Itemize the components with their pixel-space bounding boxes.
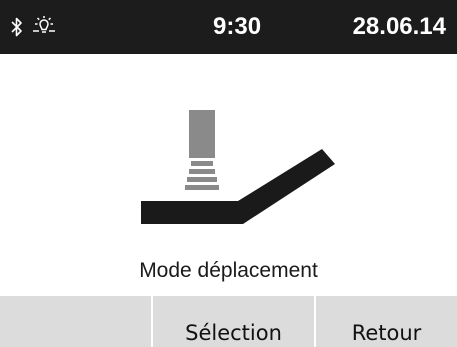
softkey-left[interactable] <box>0 296 151 347</box>
slider-ring-4 <box>185 185 219 190</box>
slider-ring-2 <box>189 169 215 174</box>
softkey-selection[interactable]: Sélection <box>153 296 314 347</box>
mode-label: Mode déplacement <box>139 259 318 282</box>
bluetooth-icon <box>11 17 22 37</box>
status-icons <box>10 14 58 40</box>
status-date: 28.06.14 <box>352 13 446 40</box>
slider-head <box>189 110 215 158</box>
status-bar: 9:30 28.06.14 <box>0 0 457 54</box>
status-time: 9:30 <box>213 13 262 40</box>
slider-on-ramp-icon <box>141 110 335 224</box>
ramp-track <box>141 149 335 224</box>
softkey-bar: Sélection Retour <box>0 296 457 347</box>
slider-ring-3 <box>187 177 217 182</box>
slider-on-ramp-illustration <box>0 54 457 244</box>
slider-ring-1 <box>191 161 213 166</box>
light-bulb-icon <box>33 16 55 33</box>
softkey-back[interactable]: Retour <box>316 296 457 347</box>
